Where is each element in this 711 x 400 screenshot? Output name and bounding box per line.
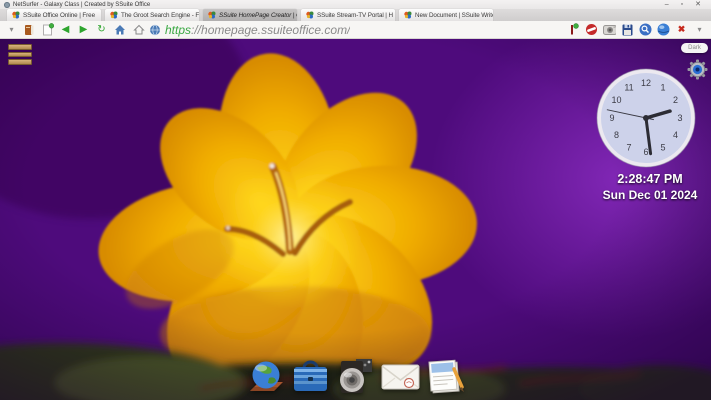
svg-text:8: 8	[614, 130, 619, 140]
svg-text:10: 10	[611, 95, 621, 105]
window-title: NetSurfer - Galaxy Class | Created by SS…	[13, 1, 151, 8]
site-globe-icon[interactable]	[149, 24, 161, 36]
tab-homepage-creator-active[interactable]: SSuite HomePage Creator | C	[203, 9, 297, 21]
app-dock	[245, 356, 466, 397]
navigation-toolbar: ▾ ◀ ▶ ↻ https://homepage.ssuiteoffice.co…	[0, 21, 711, 39]
hamburger-bar	[8, 44, 32, 50]
svg-text:6: 6	[643, 147, 648, 157]
tab-label: The Groot Search Engine - F	[121, 11, 199, 19]
svg-text:2: 2	[673, 95, 678, 105]
refresh-icon[interactable]: ↻	[95, 23, 108, 36]
digital-date: Sun Dec 01 2024	[602, 188, 698, 202]
svg-text:11: 11	[624, 83, 633, 93]
hamburger-menu-button[interactable]	[8, 44, 32, 67]
analog-clock: 12 1 2 3 4 5 6 7 8 9 10 11	[596, 68, 696, 168]
ssuite-splash-favicon	[404, 11, 412, 19]
close-button[interactable]: ✕	[695, 0, 701, 9]
save-disk-icon[interactable]	[621, 23, 634, 36]
svg-text:9: 9	[609, 113, 614, 123]
hamburger-bar	[8, 51, 32, 57]
tab-ssuite-office-online[interactable]: SSuite Office Online | Free	[7, 9, 101, 21]
stop-icon[interactable]: ✖	[675, 23, 688, 36]
browser-window: NetSurfer - Galaxy Class | Created by SS…	[0, 0, 711, 400]
more-dropdown-icon[interactable]: ▾	[693, 23, 706, 36]
tab-new-document-write[interactable]: New Document | SSuite Write	[399, 9, 493, 21]
app-globe-icon	[4, 1, 10, 8]
tab-label: SSuite Office Online | Free	[23, 11, 95, 19]
ssuite-splash-favicon	[12, 11, 20, 19]
dock-briefcase-icon[interactable]	[290, 356, 331, 397]
hamburger-bar	[8, 59, 32, 65]
screenshot-camera-icon[interactable]	[603, 23, 616, 36]
dark-mode-toggle[interactable]: Dark	[681, 43, 708, 53]
tab-label: New Document | SSuite Write	[415, 11, 493, 19]
site-home-icon[interactable]	[133, 24, 145, 36]
minimize-button[interactable]: –	[665, 0, 669, 9]
dock-internet-globe-icon[interactable]	[245, 356, 286, 397]
adblock-icon[interactable]	[585, 23, 598, 36]
ssuite-splash-favicon	[306, 11, 314, 19]
forward-icon[interactable]: ▶	[77, 23, 90, 36]
tab-label: SSuite HomePage Creator | C	[219, 11, 297, 19]
tab-label: SSuite Stream-TV Portal | H	[317, 11, 393, 19]
svg-text:3: 3	[677, 113, 682, 123]
svg-text:4: 4	[673, 130, 678, 140]
bookmarks-book-icon[interactable]	[23, 23, 36, 36]
ssuite-splash-favicon	[208, 11, 216, 19]
back-icon[interactable]: ◀	[59, 23, 72, 36]
tab-groot-search[interactable]: The Groot Search Engine - F	[105, 9, 199, 21]
address-bar[interactable]: https://homepage.ssuiteoffice.com/	[131, 22, 562, 37]
status-flag-icon[interactable]	[567, 23, 580, 36]
dock-mail-envelope-icon[interactable]	[380, 356, 421, 397]
zoom-icon[interactable]	[639, 23, 652, 36]
ssuite-splash-favicon	[110, 11, 118, 19]
dock-write-notebook-icon[interactable]	[425, 356, 466, 397]
svg-text:12: 12	[641, 78, 651, 88]
new-page-icon[interactable]	[41, 23, 54, 36]
svg-text:7: 7	[626, 143, 631, 153]
url-text[interactable]: https://homepage.ssuiteoffice.com/	[165, 23, 350, 37]
tab-bar: SSuite Office Online | Free The Groot Se…	[0, 9, 711, 21]
dock-media-speaker-icon[interactable]	[335, 356, 376, 397]
title-bar: NetSurfer - Galaxy Class | Created by SS…	[0, 0, 711, 9]
digital-time: 2:28:47 PM	[617, 172, 683, 186]
maximize-button[interactable]: ▫	[681, 0, 683, 9]
svg-text:1: 1	[660, 83, 665, 93]
web-globe-icon[interactable]	[657, 23, 670, 36]
tab-stream-tv-portal[interactable]: SSuite Stream-TV Portal | H	[301, 9, 395, 21]
menu-dropdown-icon[interactable]: ▾	[5, 23, 18, 36]
homepage-content: Dark 12 1 2 3 4 5 6 7 8 9 10 11 2:28:47 …	[0, 39, 711, 400]
svg-text:5: 5	[660, 143, 665, 153]
home-icon[interactable]	[113, 23, 126, 36]
